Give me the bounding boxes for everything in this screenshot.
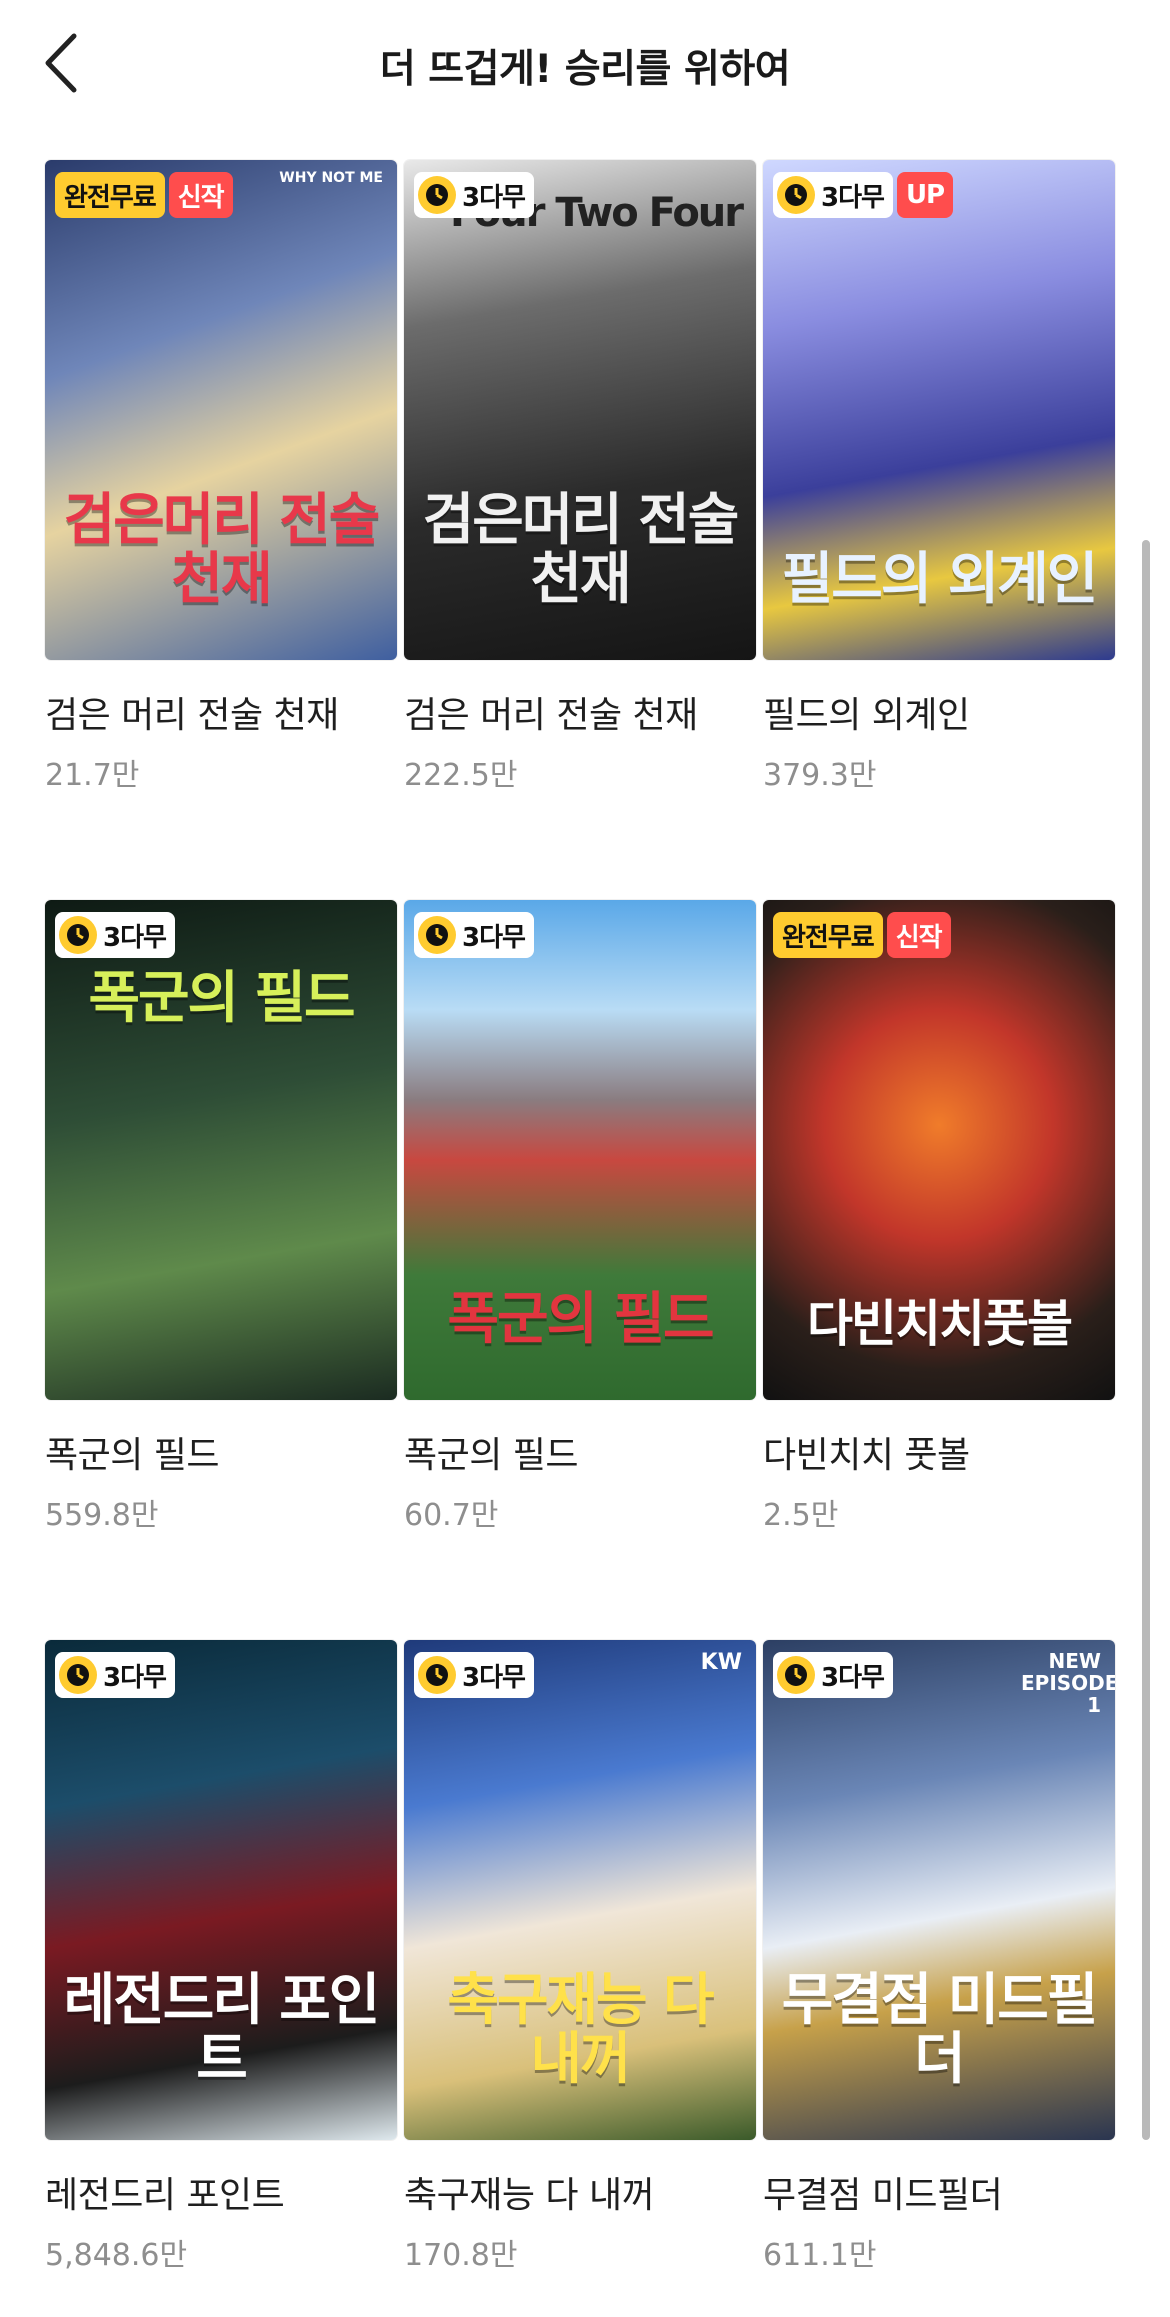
view-count: 379.3만 [763,758,877,793]
webtoon-title: 검은 머리 전술 천재 [404,695,698,736]
cover-image: NEW EPISODE 1 무결점 미드필더 3다무 [763,1640,1115,2140]
clock-icon [777,1656,815,1694]
page-title: 더 뜨겁게! 승리를 위하여 [379,47,791,92]
up-badge: UP [896,172,954,218]
cover-image: 필드의 외계인 3다무 UP [763,160,1115,660]
cover-image: 폭군의 필드 3다무 [45,900,397,1400]
badge-group: 3다무 [55,1652,175,1698]
wait-free-badge: 3다무 [414,172,534,218]
cover-image: WHY NOT ME 검은머리 전술천재 완전무료 신작 [45,160,397,660]
cover-corner-text: KW [700,1650,742,1675]
webtoon-card[interactable]: WHY NOT ME 검은머리 전술천재 완전무료 신작 검은 머리 전술 천재… [45,160,397,794]
view-count: 5,848.6만 [45,2238,188,2273]
free-badge: 완전무료 [773,912,883,958]
webtoon-card[interactable]: KW 축구재능 다 내꺼 3다무 축구재능 다 내꺼 170.8만 [404,1640,756,2274]
webtoon-card[interactable]: 레전드리 포인트 3다무 레전드리 포인트 5,848.6만 [45,1640,397,2274]
cover-title: 폭군의 필드 [447,1287,714,1353]
wait-free-label: 3다무 [462,1662,526,1693]
clock-icon [418,916,456,954]
webtoon-title: 폭군의 필드 [404,1435,579,1476]
webtoon-card[interactable]: 필드의 외계인 3다무 UP 필드의 외계인 379.3만 [763,160,1115,794]
badge-group: 3다무 [773,1652,893,1698]
badge-group: 3다무 [414,1652,534,1698]
webtoon-title: 무결점 미드필더 [763,2175,1003,2216]
view-count: 222.5만 [404,758,518,793]
cover-title: 필드의 외계인 [781,547,1099,613]
scrollbar[interactable] [1142,540,1150,2140]
webtoon-card[interactable]: 다빈치치풋볼 완전무료 신작 다빈치치 풋볼 2.5만 [763,900,1115,1534]
cover-corner-text: WHY NOT ME [279,170,383,186]
cover-image: 다빈치치풋볼 완전무료 신작 [763,900,1115,1400]
cover-image: 폭군의 필드 3다무 [404,900,756,1400]
view-count: 60.7만 [404,1498,499,1533]
top-bar: 더 뜨겁게! 승리를 위하여 [0,0,1170,130]
cover-image: 레전드리 포인트 3다무 [45,1640,397,2140]
wait-free-badge: 3다무 [55,912,175,958]
badge-group: 완전무료 신작 [773,912,951,958]
cover-title: 무결점 미드필더 [781,1968,1099,2093]
cover-title: 레전드리 포인트 [63,1968,381,2093]
free-badge: 완전무료 [55,172,165,218]
cover-title: 축구재능 다 내꺼 [447,1968,714,2093]
clock-icon [59,916,97,954]
view-count: 2.5만 [763,1498,839,1533]
wait-free-badge: 3다무 [414,912,534,958]
webtoon-title: 검은 머리 전술 천재 [45,695,339,736]
cover-image: KW 축구재능 다 내꺼 3다무 [404,1640,756,2140]
cover-title: 검은머리 전술천재 [63,488,381,613]
badge-group: 3다무 [55,912,175,958]
webtoon-title: 다빈치치 풋볼 [763,1435,970,1476]
webtoon-card[interactable]: 폭군의 필드 3다무 폭군의 필드 559.8만 [45,900,397,1534]
badge-group: 3다무 [414,172,534,218]
wait-free-badge: 3다무 [773,172,893,218]
wait-free-label: 3다무 [103,922,167,953]
wait-free-label: 3다무 [821,182,885,213]
wait-free-label: 3다무 [462,182,526,213]
wait-free-label: 3다무 [462,922,526,953]
clock-icon [418,176,456,214]
cover-image: Four Two Four 검은머리 전술천재 3다무 [404,160,756,660]
webtoon-card[interactable]: Four Two Four 검은머리 전술천재 3다무 검은 머리 전술 천재 … [404,160,756,794]
cover-corner-text: NEW EPISODE 1 [1021,1649,1115,1717]
clock-icon [777,176,815,214]
new-badge: 신작 [168,172,233,218]
webtoon-card[interactable]: NEW EPISODE 1 무결점 미드필더 3다무 무결점 미드필더 611.… [763,1640,1115,2274]
badge-group: 3다무 UP [773,172,954,218]
badge-group: 3다무 [414,912,534,958]
webtoon-title: 폭군의 필드 [45,1435,220,1476]
webtoon-title: 필드의 외계인 [763,695,970,736]
webtoon-card[interactable]: 폭군의 필드 3다무 폭군의 필드 60.7만 [404,900,756,1534]
webtoon-title: 레전드리 포인트 [45,2175,285,2216]
clock-icon [418,1656,456,1694]
clock-icon [59,1656,97,1694]
badge-group: 완전무료 신작 [55,172,233,218]
webtoon-title: 축구재능 다 내꺼 [404,2175,655,2216]
view-count: 611.1만 [763,2238,877,2273]
view-count: 21.7만 [45,758,140,793]
wait-free-label: 3다무 [103,1662,167,1693]
cover-title: 다빈치치풋볼 [807,1294,1073,1353]
wait-free-badge: 3다무 [414,1652,534,1698]
wait-free-badge: 3다무 [773,1652,893,1698]
view-count: 559.8만 [45,1498,159,1533]
view-count: 170.8만 [404,2238,518,2273]
cover-title: 폭군의 필드 [88,966,355,1031]
cover-title: 검은머리 전술천재 [422,488,740,613]
new-badge: 신작 [886,912,951,958]
wait-free-label: 3다무 [821,1662,885,1693]
wait-free-badge: 3다무 [55,1652,175,1698]
